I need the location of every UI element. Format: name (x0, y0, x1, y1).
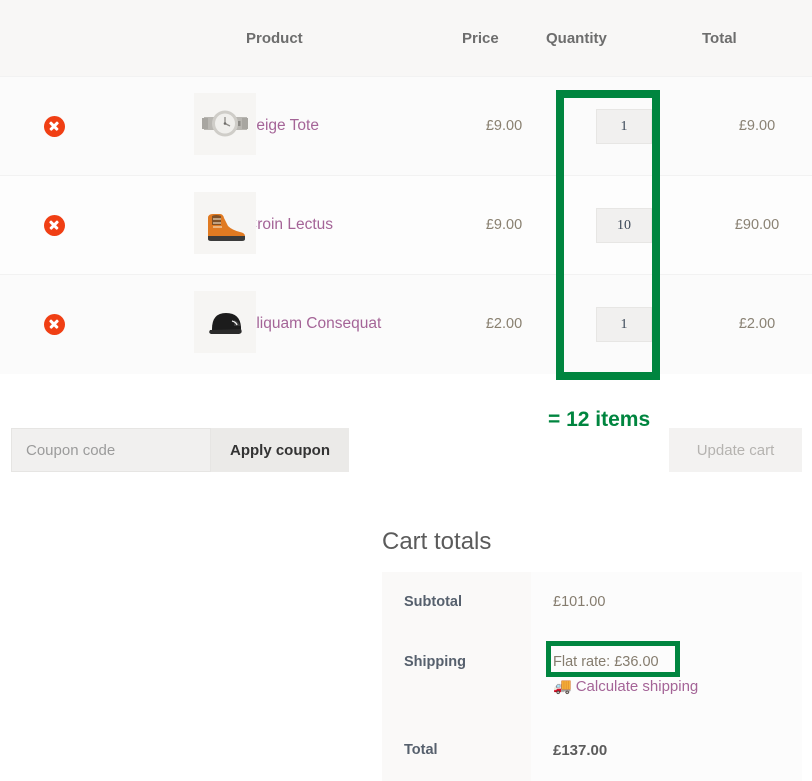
product-link[interactable]: Aliquam Consequat (246, 315, 381, 332)
header-quantity: Quantity (546, 0, 702, 77)
subtotal-value: £101.00 (531, 572, 802, 632)
quantity-cell: 1 (546, 76, 702, 176)
total-value: £137.00 (531, 717, 802, 781)
calculate-shipping-link[interactable]: 🚚 Calculate shipping (553, 677, 802, 695)
price-cell: £9.00 (462, 175, 546, 275)
quantity-cell: 1 (546, 274, 702, 374)
cart-table: Product Price Quantity Total Beige Tote … (0, 0, 812, 374)
quantity-input[interactable]: 1 (596, 108, 652, 144)
shipping-value-cell: Flat rate: £36.00 🚚 Calculate shipping (531, 632, 802, 717)
cart-row: Aliquam Consequat £2.00 1 £2.00 (0, 274, 812, 374)
product-name-cell: Aliquam Consequat (246, 274, 462, 374)
items-sum-annotation: = 12 items (548, 408, 651, 431)
cart-totals-table: Subtotal £101.00 Shipping Flat rate: £36… (382, 572, 802, 781)
total-label: Total (382, 717, 531, 781)
line-total-cell: £9.00 (702, 76, 812, 176)
subtotal-label: Subtotal (382, 572, 531, 632)
cart-table-body: Beige Tote £9.00 1 £9.00 Croin Lectus £9… (0, 76, 812, 374)
quantity-input[interactable]: 10 (596, 207, 652, 243)
cart-page: Product Price Quantity Total Beige Tote … (0, 0, 812, 781)
cart-totals-section: Cart totals Subtotal £101.00 Shipping Fl… (382, 528, 802, 781)
remove-cell (0, 76, 108, 176)
product-name-cell: Beige Tote (246, 76, 462, 176)
shipping-label: Shipping (382, 632, 531, 717)
coupon-code-input[interactable] (11, 428, 211, 472)
remove-item-icon[interactable] (43, 115, 65, 137)
remove-item-icon[interactable] (43, 313, 65, 335)
subtotal-row: Subtotal £101.00 (382, 572, 802, 632)
thumbnail-cell (108, 76, 256, 176)
boots-thumbnail[interactable] (194, 191, 256, 254)
thumbnail-cell (108, 175, 256, 275)
apply-coupon-button[interactable]: Apply coupon (211, 428, 349, 472)
product-name-cell: Croin Lectus (246, 175, 462, 275)
thumbnail-cell (108, 274, 256, 374)
line-total-cell: £90.00 (702, 175, 812, 275)
quantity-input[interactable]: 1 (596, 306, 652, 342)
remove-cell (0, 175, 108, 275)
cart-totals-title: Cart totals (382, 528, 492, 555)
header-total: Total (702, 0, 812, 77)
product-link[interactable]: Beige Tote (246, 117, 319, 134)
cart-table-header: Product Price Quantity Total (0, 0, 812, 77)
header-product: Product (246, 0, 462, 77)
cap-thumbnail[interactable] (194, 290, 256, 353)
cart-row: Beige Tote £9.00 1 £9.00 (0, 76, 812, 176)
header-remove (0, 0, 108, 77)
coupon-row: Apply coupon (11, 428, 349, 472)
watch-thumbnail[interactable] (194, 92, 256, 155)
remove-cell (0, 274, 108, 374)
update-cart-button[interactable]: Update cart (669, 428, 802, 472)
calculate-shipping-label: Calculate shipping (575, 678, 699, 695)
quantity-cell: 10 (546, 175, 702, 275)
truck-icon: 🚚 (553, 678, 572, 695)
line-total-cell: £2.00 (702, 274, 812, 374)
price-cell: £2.00 (462, 274, 546, 374)
total-row: Total £137.00 (382, 717, 802, 781)
header-price: Price (462, 0, 546, 77)
shipping-rate: Flat rate: £36.00 (553, 654, 659, 670)
shipping-row: Shipping Flat rate: £36.00 🚚 Calculate sh… (382, 632, 802, 717)
product-link[interactable]: Croin Lectus (246, 216, 333, 233)
remove-item-icon[interactable] (43, 214, 65, 236)
cart-row: Croin Lectus £9.00 10 £90.00 (0, 175, 812, 275)
header-thumbnail (108, 0, 246, 77)
cart-header-row: Product Price Quantity Total (0, 0, 812, 77)
price-cell: £9.00 (462, 76, 546, 176)
